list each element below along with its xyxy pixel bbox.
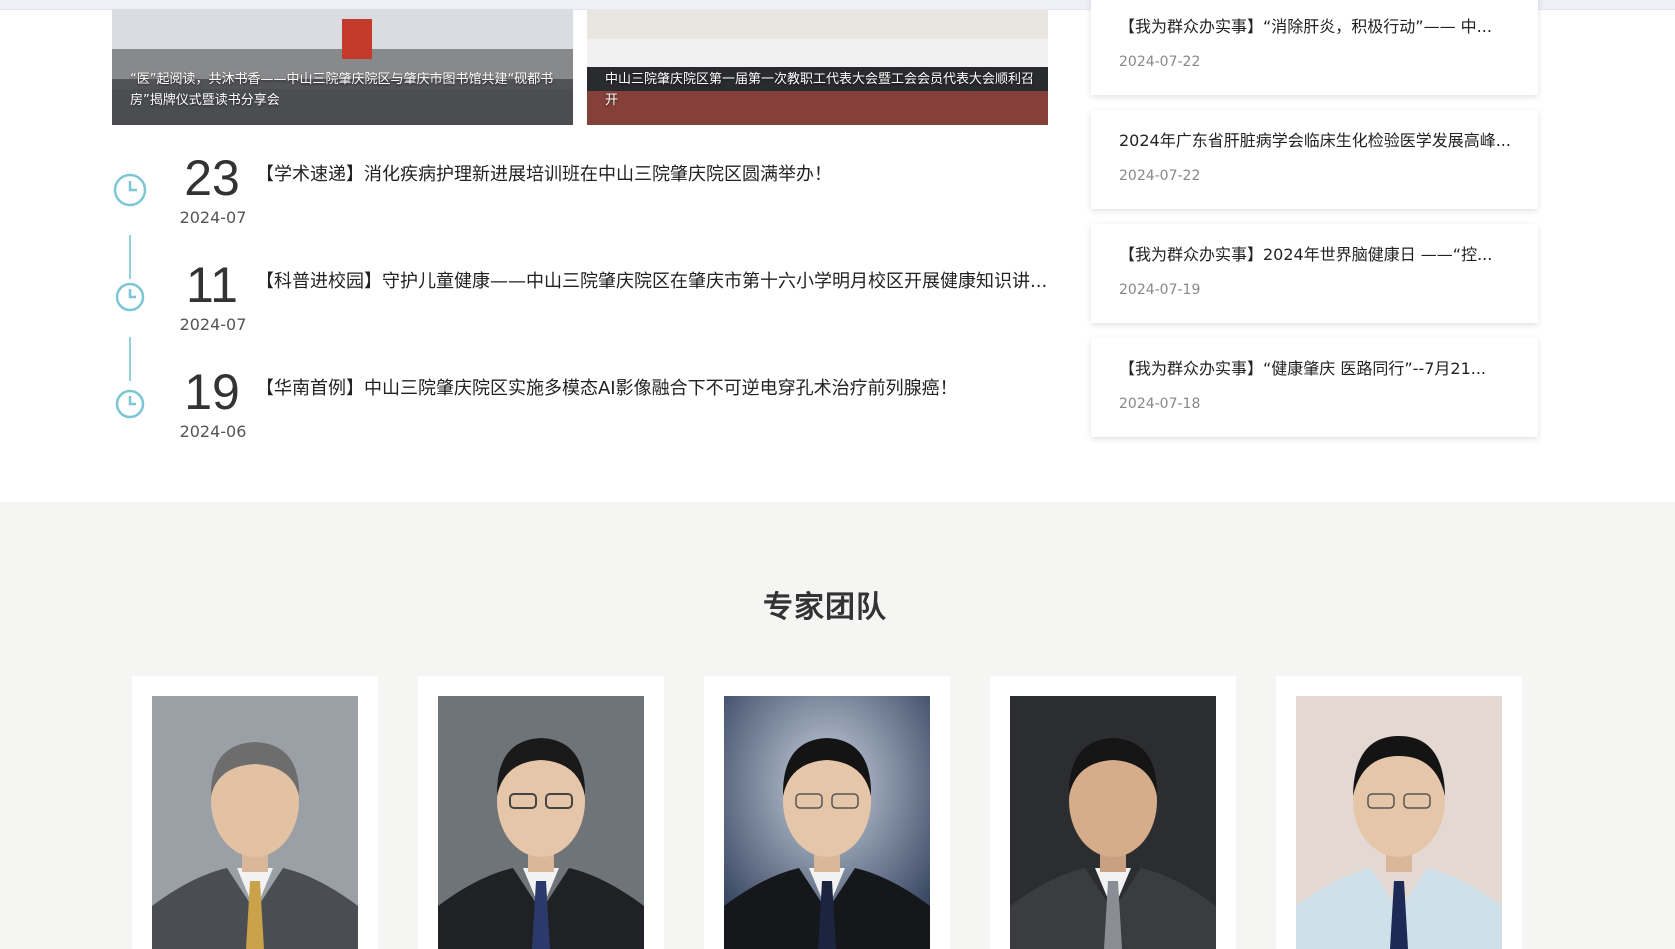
portrait-image (438, 696, 644, 949)
expert-card[interactable] (132, 676, 378, 949)
timeline-year-month: 2024-06 (179, 422, 247, 441)
timeline-item[interactable]: 11 2024-07 【科普进校园】守护儿童健康——中山三院肇庆院区在肇庆市第十… (112, 257, 1052, 347)
expert-card[interactable] (1276, 676, 1522, 949)
timeline-title-link[interactable]: 【华南首例】中山三院肇庆院区实施多模态AI影像融合下不可逆电穿孔术治疗前列腺癌！ (256, 376, 1056, 402)
side-news-date: 2024-07-19 (1119, 282, 1201, 298)
timeline-item[interactable]: 23 2024-07 【学术速递】消化疾病护理新进展培训班在中山三院肇庆院区圆满… (112, 150, 1052, 240)
expert-team-section: 专家团队 (0, 502, 1675, 949)
side-news-title[interactable]: 【我为群众办实事】2024年世界脑健康日 ——“控... (1119, 244, 1519, 266)
side-news-card[interactable]: 【我为群众办实事】“健康肇庆 医路同行”--7月21... 2024-07-18 (1091, 338, 1538, 437)
expert-portrait[interactable] (1296, 696, 1502, 949)
timeline-day: 23 (184, 150, 240, 206)
timeline-title-link[interactable]: 【学术速递】消化疾病护理新进展培训班在中山三院肇庆院区圆满举办！ (256, 162, 1056, 188)
clock-icon (115, 389, 145, 419)
expert-portrait[interactable] (438, 696, 644, 949)
timeline-day: 11 (186, 257, 238, 313)
timeline-title-link[interactable]: 【科普进校园】守护儿童健康——中山三院肇庆院区在肇庆市第十六小学明月校区开展健康… (256, 269, 1056, 295)
portrait-image (152, 696, 358, 949)
expert-portrait[interactable] (152, 696, 358, 949)
side-news-date: 2024-07-22 (1119, 168, 1201, 184)
section-title: 专家团队 (763, 590, 887, 625)
timeline-item[interactable]: 19 2024-06 【华南首例】中山三院肇庆院区实施多模态AI影像融合下不可逆… (112, 364, 1052, 454)
side-news-title[interactable]: 【我为群众办实事】“消除肝炎，积极行动”—— 中... (1119, 16, 1519, 38)
photo-caption[interactable]: 中山三院肇庆院区第一届第一次教职工代表大会暨工会会员代表大会顺利召开 (605, 69, 1034, 111)
expert-card[interactable] (990, 676, 1236, 949)
timeline-year-month: 2024-07 (179, 208, 247, 227)
side-news-date: 2024-07-22 (1119, 54, 1201, 70)
photo-caption[interactable]: “医”起阅读，共沐书香——中山三院肇庆院区与肇庆市图书馆共建“砚都书房”揭牌仪式… (130, 69, 559, 111)
expert-card[interactable] (418, 676, 664, 949)
side-news-title[interactable]: 2024年广东省肝脏病学会临床生化检验医学发展高峰... (1119, 130, 1519, 152)
clock-icon (115, 282, 145, 312)
side-news-card[interactable]: 2024年广东省肝脏病学会临床生化检验医学发展高峰... 2024-07-22 (1091, 110, 1538, 209)
timeline-day: 19 (184, 364, 240, 420)
side-news-card[interactable]: 【我为群众办实事】2024年世界脑健康日 ——“控... 2024-07-19 (1091, 224, 1538, 323)
side-news-date: 2024-07-18 (1119, 396, 1201, 412)
expert-portrait[interactable] (724, 696, 930, 949)
expert-portrait[interactable] (1010, 696, 1216, 949)
side-news-title[interactable]: 【我为群众办实事】“健康肇庆 医路同行”--7月21... (1119, 358, 1519, 380)
photo-news-card[interactable]: “医”起阅读，共沐书香——中山三院肇庆院区与肇庆市图书馆共建“砚都书房”揭牌仪式… (112, 9, 573, 125)
news-section: “医”起阅读，共沐书香——中山三院肇庆院区与肇庆市图书馆共建“砚都书房”揭牌仪式… (0, 0, 1675, 502)
portrait-image (1296, 696, 1502, 949)
clock-icon (113, 173, 147, 207)
expert-card[interactable] (704, 676, 950, 949)
photo-news-card[interactable]: 中山三院肇庆院区第一届第一次教职工代表大会暨工会会员代表大会顺利召开 (587, 9, 1048, 125)
timeline-year-month: 2024-07 (179, 315, 247, 334)
portrait-image (1010, 696, 1216, 949)
side-news-card[interactable]: 【我为群众办实事】“消除肝炎，积极行动”—— 中... 2024-07-22 (1091, 0, 1538, 95)
portrait-image (724, 696, 930, 949)
